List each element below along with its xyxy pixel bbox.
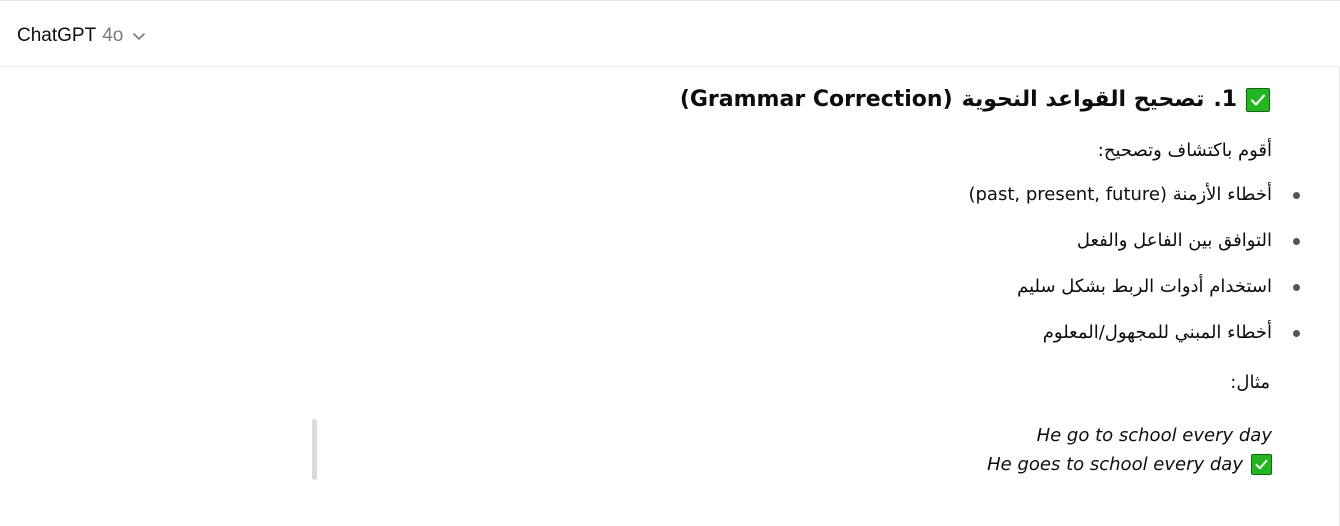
list-item-text: أخطاء الأزمنة [1172, 184, 1272, 205]
bullet-dot [1293, 330, 1300, 337]
heading-english: (Grammar Correction) [679, 87, 953, 112]
example-wrong: He go to school every day [1037, 425, 1272, 446]
list-item-text: التوافق بين الفاعل والفعل [1076, 230, 1272, 251]
list-item: التوافق بين الفاعل والفعل [700, 222, 1300, 268]
example-correct: He goes to school every day [987, 454, 1272, 475]
top-bar: ChatGPT 4o [0, 0, 1340, 67]
chevron-down-icon [133, 33, 146, 40]
blockquote-bar [312, 419, 317, 480]
example-label: مثال: [1230, 372, 1270, 393]
bullet-dot [1293, 238, 1300, 245]
bullet-dot [1293, 284, 1300, 291]
list-item: أخطاء المبني للمجهول/المعلوم [700, 314, 1300, 360]
heading-number: 1. [1213, 87, 1237, 112]
intro-text: أقوم باكتشاف وتصحيح: [1097, 140, 1272, 161]
list-item-text: استخدام أدوات الربط بشكل سليم [1017, 276, 1272, 297]
model-version: 4o [102, 25, 124, 46]
list-item-text: أخطاء المبني للمجهول/المعلوم [1042, 322, 1272, 343]
example-wrong-text: He go to school every day [1036, 425, 1272, 446]
model-selector[interactable]: ChatGPT 4o [17, 23, 146, 49]
section-heading: 1. تصحيح القواعد النحوية (Grammar Correc… [680, 87, 1270, 112]
bullet-list: أخطاء الأزمنة (past, present, future) ال… [700, 176, 1300, 360]
model-name: ChatGPT [17, 25, 97, 46]
check-mark-icon [1246, 87, 1270, 112]
bullet-dot [1293, 192, 1300, 199]
list-item-english: (past, present, future) [968, 184, 1168, 205]
list-item: استخدام أدوات الربط بشكل سليم [700, 268, 1300, 314]
assistant-message: 1. تصحيح القواعد النحوية (Grammar Correc… [0, 67, 1340, 526]
example-correct-text: He goes to school every day [987, 454, 1243, 475]
heading-text: تصحيح القواعد النحوية [961, 87, 1205, 112]
list-item: أخطاء الأزمنة (past, present, future) [700, 176, 1300, 222]
check-mark-icon [1251, 454, 1272, 475]
